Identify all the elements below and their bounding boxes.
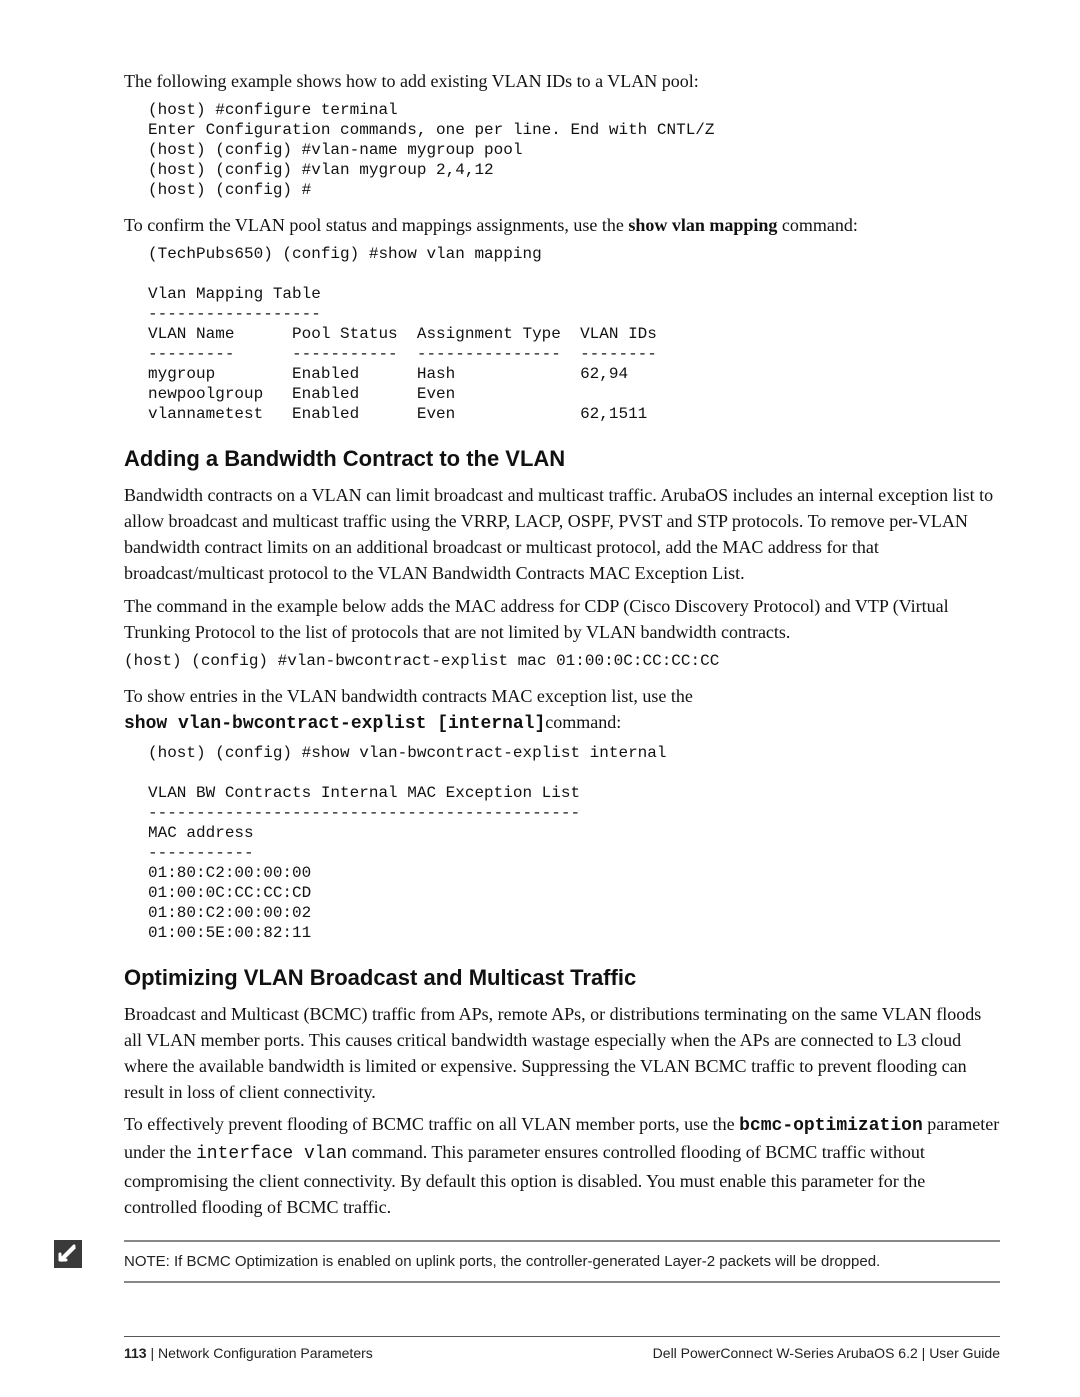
intro-text: The following example shows how to add e…	[124, 68, 1000, 94]
footer-left-sep: |	[147, 1345, 158, 1361]
footer-page-number: 113	[124, 1345, 147, 1361]
heading-optimizing-bcmc: Optimizing VLAN Broadcast and Multicast …	[124, 965, 1000, 991]
bcmc-paragraph-2: To effectively prevent flooding of BCMC …	[124, 1111, 1000, 1219]
bandwidth-paragraph-2: The command in the example below adds th…	[124, 593, 1000, 645]
bandwidth-paragraph-1: Bandwidth contracts on a VLAN can limit …	[124, 482, 1000, 586]
show-entries-line1: To show entries in the VLAN bandwidth co…	[124, 683, 1000, 709]
show-entries-command: show vlan-bwcontract-explist [internal]	[124, 714, 545, 734]
footer-guide: User Guide	[929, 1345, 1000, 1361]
bcmc-paragraph-1: Broadcast and Multicast (BCMC) traffic f…	[124, 1001, 1000, 1105]
show-entries-line2: show vlan-bwcontract-explist [internal]c…	[124, 709, 1000, 737]
footer-right: Dell PowerConnect W-Series ArubaOS 6.2 |…	[653, 1345, 1000, 1361]
confirm-post: command:	[777, 215, 857, 235]
code-block-configure: (host) #configure terminal Enter Configu…	[148, 100, 1000, 200]
heading-bandwidth-contract: Adding a Bandwidth Contract to the VLAN	[124, 446, 1000, 472]
footer-product: Dell PowerConnect W-Series ArubaOS 6.2	[653, 1345, 918, 1361]
code-block-explist: (host) (config) #show vlan-bwcontract-ex…	[148, 743, 1000, 943]
note-text: NOTE: If BCMC Optimization is enabled on…	[124, 1240, 1000, 1284]
footer-left-title: Network Configuration Parameters	[158, 1345, 373, 1361]
footer-right-sep: |	[918, 1345, 929, 1361]
code-block-mapping: (TechPubs650) (config) #show vlan mappin…	[148, 244, 1000, 424]
note-block: NOTE: If BCMC Optimization is enabled on…	[124, 1240, 1000, 1284]
confirm-command: show vlan mapping	[628, 215, 777, 235]
interface-vlan-cmd: interface vlan	[196, 1144, 347, 1164]
code-block-bwcontract: (host) (config) #vlan-bwcontract-explist…	[124, 651, 1000, 671]
bcmc-optimization-param: bcmc-optimization	[739, 1116, 923, 1136]
page-footer: 113 | Network Configuration Parameters D…	[124, 1336, 1000, 1361]
bcmc-p2-pre: To effectively prevent flooding of BCMC …	[124, 1114, 739, 1134]
note-icon	[54, 1240, 110, 1268]
confirm-text: To confirm the VLAN pool status and mapp…	[124, 212, 1000, 238]
show-entries-suffix: command:	[545, 712, 621, 732]
footer-left: 113 | Network Configuration Parameters	[124, 1345, 373, 1361]
confirm-pre: To confirm the VLAN pool status and mapp…	[124, 215, 628, 235]
